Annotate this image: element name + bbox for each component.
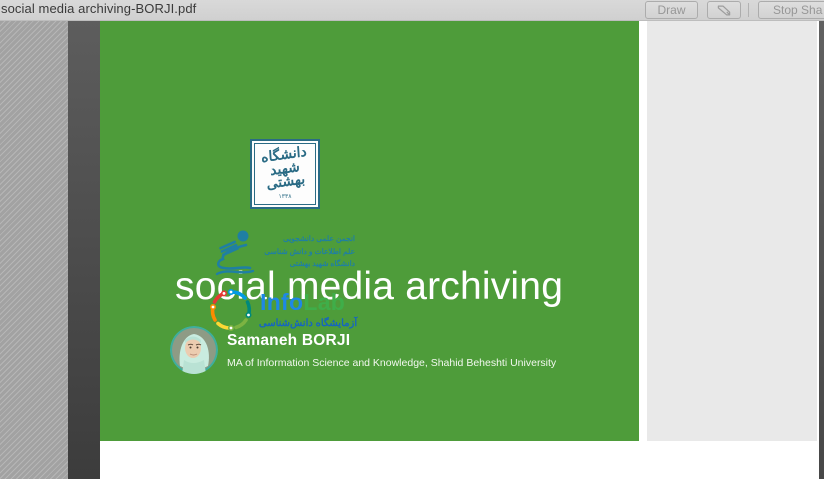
window-titlebar: social media archiving-BORJI.pdf Draw St… [0,0,824,21]
university-word-3: بهشتی [263,173,309,193]
association-line-2: علم اطلاعات و دانش شناسی [255,246,355,258]
annotate-pen-button[interactable] [707,1,741,19]
association-text: انجمن علمی دانشجویی علم اطلاعات و دانش ش… [255,233,357,270]
author-affiliation: MA of Information Science and Knowledge,… [227,357,556,369]
association-line-3: دانشگاه شهید بهشتی [255,258,355,270]
draw-button[interactable]: Draw [645,1,698,19]
slide-green-background [100,21,639,441]
infolab-info-text: Info [260,289,303,315]
document-filename: social media archiving-BORJI.pdf [1,1,196,16]
infolab-lab-text: Lab [303,289,345,315]
shared-screen: social media archiving-BORJI.pdf Draw St… [0,0,824,479]
university-founding-year: ۱۳۳۸ [279,193,292,200]
university-calligraphy: دانشگاه شهید بهشتی [261,145,309,193]
titlebar-separator [748,3,749,17]
striped-background [0,21,68,479]
title-slide: social media archiving Samaneh BORJI MA … [100,21,819,441]
infolab-logo: InfoLab آزمایشگاه دانش‌شناسی [208,287,366,339]
right-dark-margin [819,21,824,479]
pen-icon [716,4,732,17]
reading-person-icon [215,228,255,276]
infolab-swirl-icon [208,287,254,333]
university-emblem: دانشگاه شهید بهشتی ۱۳۳۸ [250,139,320,209]
left-dark-margin [68,21,100,479]
pdf-page: social media archiving Samaneh BORJI MA … [100,21,819,479]
infolab-subtitle: آزمایشگاه دانش‌شناسی [254,318,362,329]
slide-divider-strip [639,21,647,441]
slide-logo-panel [647,21,817,441]
infolab-wordmark: InfoLab [260,289,345,316]
stop-sharing-button[interactable]: Stop Sha [758,1,824,19]
association-logo: انجمن علمی دانشجویی علم اطلاعات و دانش ش… [215,227,357,277]
association-line-1: انجمن علمی دانشجویی [255,233,355,245]
